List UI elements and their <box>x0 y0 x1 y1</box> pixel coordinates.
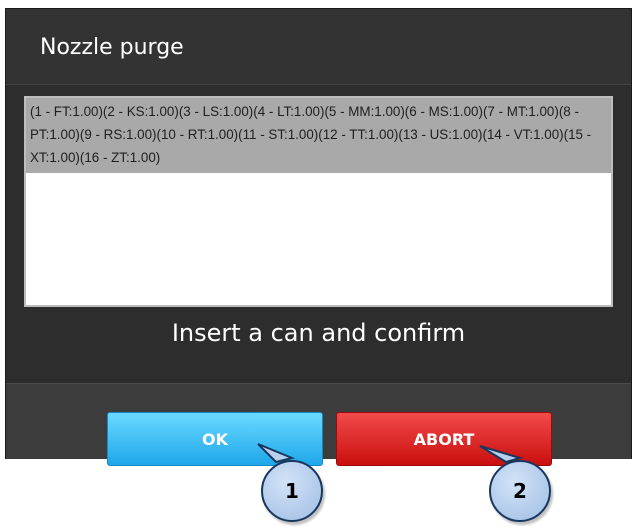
callout-pointers <box>257 443 524 464</box>
callout-2-badge: 2 <box>489 460 551 522</box>
callout-1-badge: 1 <box>261 460 323 522</box>
